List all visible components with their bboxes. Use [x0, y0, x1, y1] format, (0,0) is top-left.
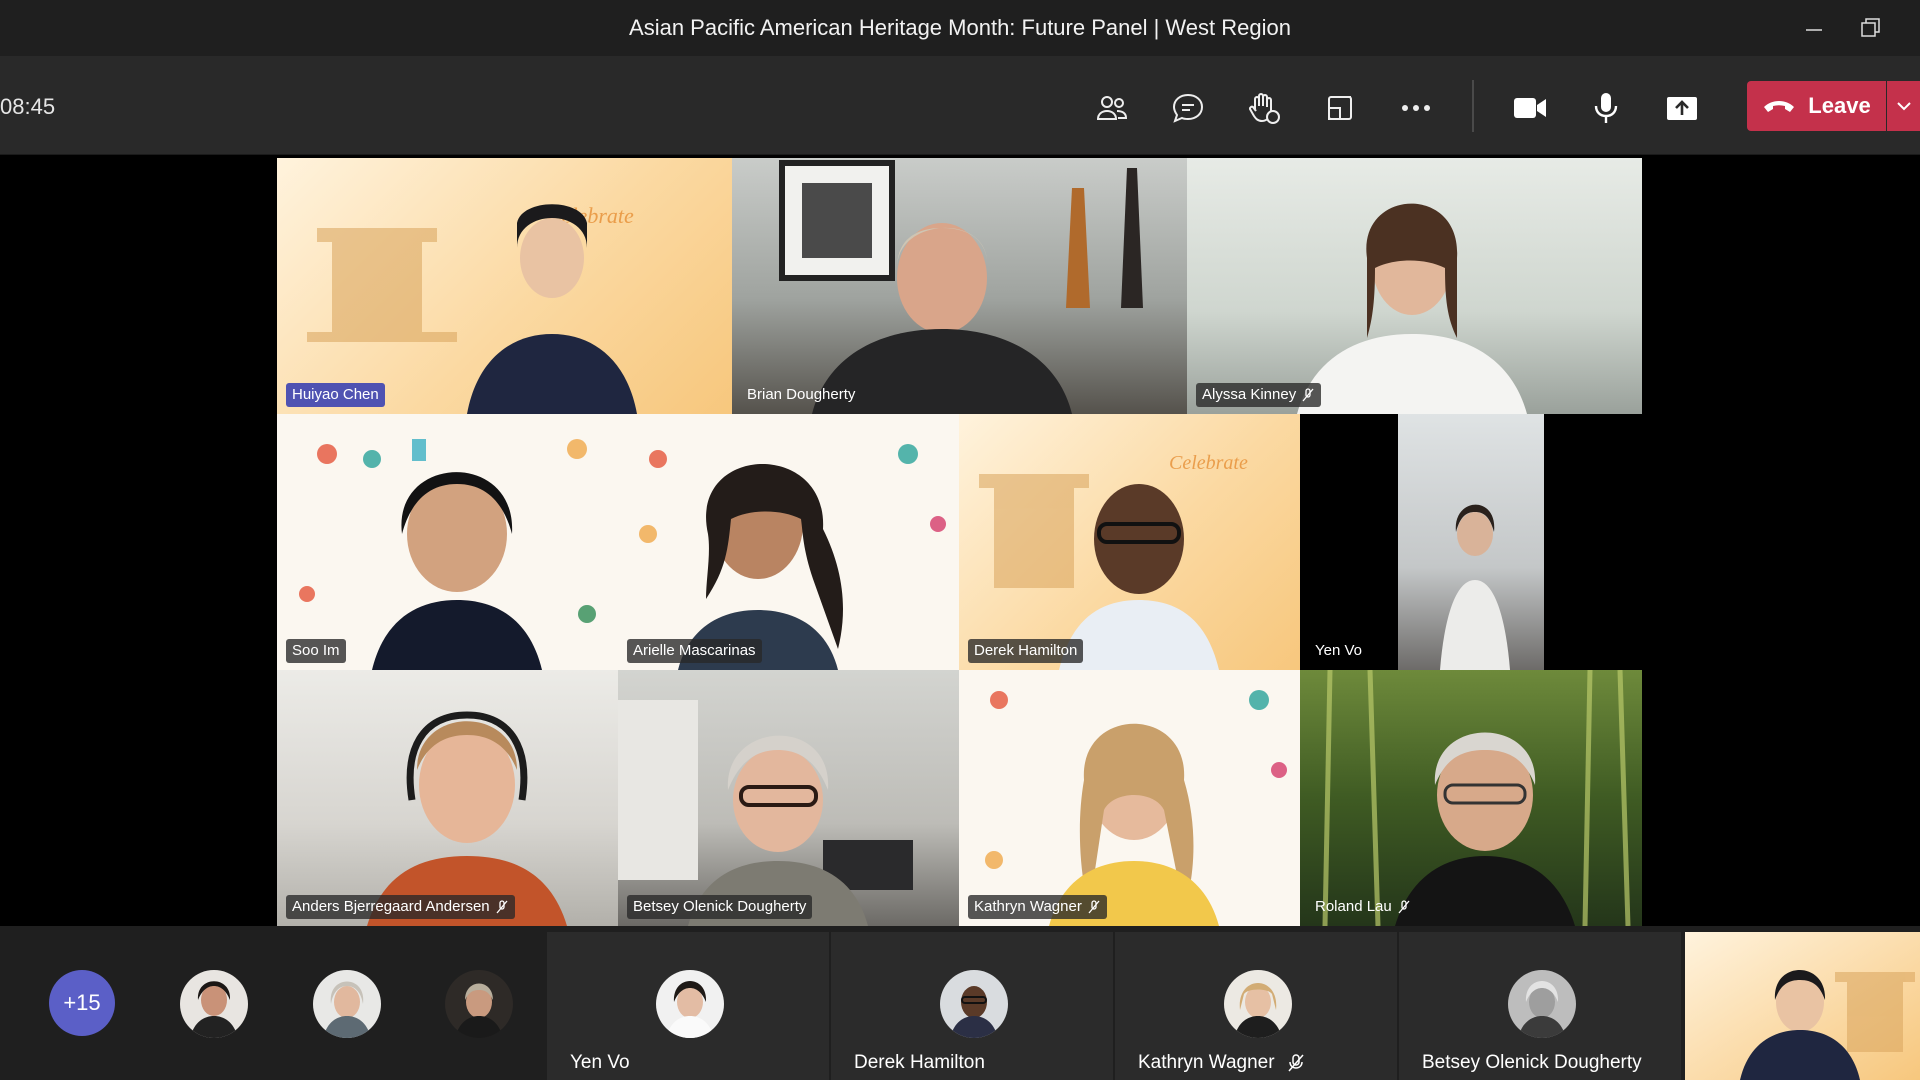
video-tile[interactable]: Brian Dougherty	[732, 158, 1187, 414]
participant-name-tag: Yen Vo	[1315, 642, 1362, 659]
participant-name-tag: Brian Dougherty	[747, 386, 856, 403]
participant-name: Kathryn Wagner	[1138, 1052, 1305, 1074]
share-button[interactable]	[1660, 86, 1704, 130]
hang-up-icon	[1764, 101, 1795, 112]
more-options-button[interactable]	[1394, 86, 1438, 130]
participant-video	[779, 160, 1143, 414]
chat-icon	[1172, 93, 1204, 123]
rooms-icon	[1328, 96, 1352, 120]
raise-hand-icon	[1249, 93, 1280, 124]
avatar[interactable]	[180, 970, 248, 1038]
video-tile[interactable]: Betsey Olenick Dougherty	[618, 670, 959, 926]
strip-participant-tile[interactable]: Derek Hamilton	[831, 932, 1113, 1080]
self-view-video[interactable]	[1685, 932, 1920, 1080]
participant-name-tag: Roland Lau	[1309, 895, 1417, 919]
video-tile[interactable]: Anders Bjerregaard Andersen	[277, 670, 618, 926]
participant-video	[1440, 504, 1510, 670]
participants-icon	[1096, 96, 1128, 120]
video-tile[interactable]: Roland Lau	[1300, 670, 1642, 926]
mic-muted-icon	[1288, 1054, 1304, 1072]
more-participants-count: +15	[63, 990, 101, 1015]
video-tile[interactable]: Arielle Mascarinas	[618, 414, 959, 670]
participant-name-tag: Betsey Olenick Dougherty	[627, 895, 813, 919]
mic-muted-icon	[496, 900, 508, 914]
participant-name-tag: Huiyao Chen	[286, 383, 385, 407]
participant-name: Derek Hamilton	[854, 1052, 985, 1073]
participant-name-tag: Anders Bjerregaard Andersen	[286, 895, 515, 919]
mic-muted-icon	[1088, 900, 1100, 914]
leave-label: Leave	[1808, 93, 1871, 118]
leave-button[interactable]: Leave	[1747, 81, 1886, 131]
avatar	[1508, 970, 1576, 1038]
microphone-button[interactable]	[1584, 86, 1628, 130]
video-tile[interactable]: Kathryn Wagner	[959, 670, 1300, 926]
video-tile[interactable]: Soo Im	[277, 414, 618, 670]
video-tile[interactable]: Yen Vo	[1300, 414, 1642, 670]
video-tile[interactable]: Celebrate Huiyao Chen	[277, 158, 732, 414]
participant-name: Betsey Olenick Dougherty	[1422, 1052, 1642, 1073]
avatar[interactable]	[445, 970, 513, 1038]
chevron-down-icon	[1896, 102, 1911, 111]
camera-icon	[1514, 98, 1546, 118]
participant-video	[1322, 670, 1631, 926]
participant-video	[985, 690, 1287, 926]
restore-icon	[1861, 18, 1880, 37]
toolbar-divider	[1472, 80, 1474, 132]
minimize-button[interactable]	[1794, 10, 1834, 46]
video-stage: Celebrate Huiyao Chen Brian Dougherty Al…	[0, 155, 1920, 926]
camera-button[interactable]	[1508, 86, 1552, 130]
avatar[interactable]	[313, 970, 381, 1038]
title-bar: Asian Pacific American Heritage Month: F…	[0, 0, 1920, 56]
video-tile[interactable]: Alyssa Kinney	[1187, 158, 1642, 414]
participant-video	[1297, 203, 1527, 414]
mic-muted-icon	[1398, 900, 1410, 914]
participant-name-tag: Soo Im	[286, 639, 346, 663]
participant-video: Celebrate	[307, 203, 637, 414]
meeting-toolbar: 08:45 Leave	[0, 56, 1920, 155]
meeting-title: Asian Pacific American Heritage Month: F…	[629, 15, 1291, 40]
rooms-button[interactable]	[1318, 86, 1362, 130]
participant-name-tag: Alyssa Kinney	[1196, 383, 1322, 407]
svg-text:Celebrate: Celebrate	[1169, 452, 1248, 474]
avatar	[656, 970, 724, 1038]
strip-participant-tile[interactable]: Yen Vo	[547, 932, 829, 1080]
minimize-icon	[1806, 29, 1822, 31]
strip-participant-tile[interactable]: Kathryn Wagner	[1115, 932, 1397, 1080]
mic-icon	[1594, 93, 1618, 123]
call-timer: 08:45	[0, 94, 56, 119]
participant-video	[618, 700, 913, 926]
more-icon	[1402, 105, 1430, 111]
participant-name-tag: Kathryn Wagner	[968, 895, 1107, 919]
video-tile[interactable]: Celebrate Derek Hamilton	[959, 414, 1300, 670]
participant-strip: +15 Yen Vo Derek Hamilton Kathryn Wagner	[0, 926, 1920, 1080]
restore-button[interactable]	[1850, 10, 1890, 46]
more-participants-button[interactable]: +15	[49, 970, 115, 1036]
participant-name-tag: Derek Hamilton	[968, 639, 1084, 663]
strip-participant-tile[interactable]: Betsey Olenick Dougherty	[1399, 932, 1681, 1080]
participant-video	[367, 711, 567, 926]
participant-video	[1685, 932, 1920, 1080]
participant-name: Yen Vo	[570, 1052, 630, 1073]
participants-button[interactable]	[1090, 86, 1134, 130]
mic-muted-icon	[1302, 388, 1314, 402]
avatar	[940, 970, 1008, 1038]
chat-button[interactable]	[1166, 86, 1210, 130]
share-icon	[1667, 97, 1697, 120]
reactions-button[interactable]	[1242, 86, 1286, 130]
avatar	[1224, 970, 1292, 1038]
participant-video	[299, 439, 596, 670]
participant-video	[639, 444, 946, 670]
participant-name-tag: Arielle Mascarinas	[627, 639, 762, 663]
participant-video: Celebrate	[979, 452, 1248, 670]
leave-options-button[interactable]	[1887, 81, 1920, 131]
